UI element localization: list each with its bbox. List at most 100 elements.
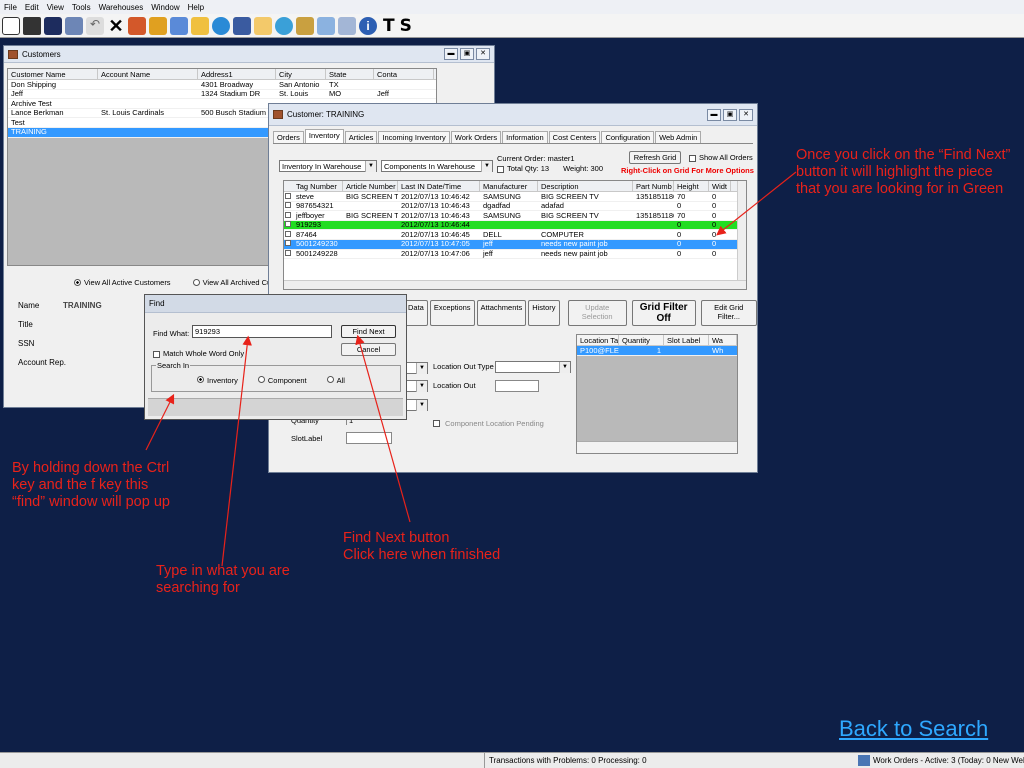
col-slot-label[interactable]: Slot Label bbox=[664, 334, 709, 346]
radio-active[interactable] bbox=[74, 278, 81, 286]
minimize-button[interactable]: ▬ bbox=[444, 48, 458, 60]
people-icon[interactable] bbox=[128, 16, 146, 35]
status-work-orders[interactable]: Work Orders - Active: 3 (Today: 0 New We… bbox=[873, 756, 1024, 765]
tab-orders[interactable]: Orders bbox=[273, 131, 304, 143]
grid-filter-button[interactable]: Grid Filter Off bbox=[631, 300, 696, 326]
col-part-number[interactable]: Part Numb bbox=[633, 180, 674, 192]
update-selection-button[interactable]: Update Selection bbox=[567, 300, 627, 326]
menu-file[interactable]: File bbox=[4, 3, 17, 12]
loc-out-type-select[interactable] bbox=[495, 361, 571, 373]
tab-articles[interactable]: Articles bbox=[344, 131, 378, 143]
col-account-name[interactable]: Account Name bbox=[98, 68, 198, 80]
col-customer-name[interactable]: Customer Name bbox=[8, 68, 98, 80]
delete-x-icon[interactable]: ✕ bbox=[107, 17, 125, 35]
row-checkbox[interactable] bbox=[284, 249, 293, 259]
match-whole-checkbox[interactable] bbox=[153, 350, 160, 358]
location-hscroll[interactable] bbox=[577, 441, 737, 453]
col-description[interactable]: Description bbox=[538, 180, 633, 192]
minimize-button[interactable]: ▬ bbox=[707, 109, 721, 121]
radio-all[interactable] bbox=[326, 376, 334, 383]
row-checkbox[interactable] bbox=[284, 239, 293, 249]
new-document-icon[interactable] bbox=[2, 16, 20, 35]
tab-information[interactable]: Information bbox=[502, 131, 548, 143]
refresh-grid-button[interactable]: Refresh Grid bbox=[629, 151, 681, 164]
network-icon[interactable] bbox=[233, 16, 251, 35]
menu-tools[interactable]: Tools bbox=[72, 3, 91, 12]
slot-label-input[interactable] bbox=[346, 432, 392, 444]
component-pending-checkbox[interactable] bbox=[433, 420, 440, 427]
col-tag-number[interactable]: Tag Number bbox=[293, 180, 343, 192]
calendar-icon[interactable] bbox=[317, 16, 335, 35]
tab-history[interactable]: History bbox=[528, 300, 560, 326]
menu-help[interactable]: Help bbox=[188, 3, 204, 12]
tab-cost-centers[interactable]: Cost Centers bbox=[548, 131, 601, 143]
maximize-button[interactable]: ▣ bbox=[723, 109, 737, 121]
find-what-input[interactable]: 919293 bbox=[192, 325, 332, 338]
tab-exceptions[interactable]: Exceptions bbox=[429, 300, 475, 326]
menu-warehouses[interactable]: Warehouses bbox=[99, 3, 144, 12]
find-next-button[interactable]: Find Next bbox=[341, 325, 396, 338]
t-button[interactable]: T bbox=[383, 16, 395, 36]
tab-attachments[interactable]: Attachments bbox=[476, 300, 527, 326]
total-qty-checkbox[interactable] bbox=[497, 165, 504, 173]
pencil-icon[interactable] bbox=[296, 16, 314, 35]
undo-icon[interactable]: ↶ bbox=[86, 16, 104, 35]
copy-icon[interactable] bbox=[44, 16, 62, 35]
component-filter-select[interactable]: Components In Warehouse bbox=[381, 160, 493, 172]
maximize-button[interactable]: ▣ bbox=[460, 48, 474, 60]
col-city[interactable]: City bbox=[276, 68, 326, 80]
loc-out-input[interactable] bbox=[495, 380, 539, 392]
col-width[interactable]: Widt bbox=[709, 180, 731, 192]
radio-inventory[interactable] bbox=[197, 376, 204, 383]
radio-component[interactable] bbox=[257, 376, 265, 383]
inventory-hscroll[interactable] bbox=[284, 280, 746, 289]
info-icon[interactable]: i bbox=[359, 16, 377, 35]
row-checkbox[interactable] bbox=[284, 211, 293, 221]
tab-incoming-inventory[interactable]: Incoming Inventory bbox=[378, 131, 450, 143]
inventory-row[interactable]: 5001249228 2012/07/13 10:47:06 jeff needs n… bbox=[284, 249, 746, 260]
loc-out-small-select[interactable] bbox=[406, 380, 428, 392]
edit-grid-filter-button[interactable]: Edit Grid Filter... bbox=[700, 300, 757, 326]
col-contact[interactable]: Conta bbox=[374, 68, 434, 80]
close-button[interactable]: ✕ bbox=[476, 48, 490, 60]
tab-data[interactable]: Data bbox=[404, 300, 428, 326]
col-manufacturer[interactable]: Manufacturer bbox=[480, 180, 538, 192]
tab-inventory[interactable]: Inventory bbox=[304, 129, 344, 143]
globe-arrow-icon[interactable] bbox=[275, 16, 293, 35]
row-checkbox[interactable] bbox=[284, 201, 293, 211]
cancel-button[interactable]: Cancel bbox=[341, 343, 396, 356]
cloud-icon[interactable] bbox=[338, 16, 356, 35]
tab-web-admin[interactable]: Web Admin bbox=[655, 131, 702, 143]
row-checkbox[interactable] bbox=[284, 220, 293, 230]
expand-icon[interactable] bbox=[284, 230, 293, 240]
cart-icon[interactable] bbox=[170, 16, 188, 35]
col-loc-quantity[interactable]: Quantity bbox=[619, 334, 664, 346]
bee-icon[interactable] bbox=[149, 16, 167, 35]
col-warehouse[interactable]: Wa bbox=[709, 334, 737, 346]
forklift-icon[interactable] bbox=[23, 16, 41, 35]
row-checkbox[interactable] bbox=[284, 192, 293, 202]
menu-view[interactable]: View bbox=[47, 3, 64, 12]
show-all-checkbox[interactable] bbox=[689, 154, 696, 162]
inventory-vscroll[interactable] bbox=[737, 181, 746, 281]
globe-icon[interactable] bbox=[212, 16, 230, 35]
close-button[interactable]: ✕ bbox=[739, 109, 753, 121]
col-height[interactable]: Height bbox=[674, 180, 709, 192]
tab-configuration[interactable]: Configuration bbox=[601, 131, 655, 143]
col-last-in[interactable]: Last IN Date/Time bbox=[398, 180, 480, 192]
folder-open-icon[interactable] bbox=[254, 16, 272, 35]
menu-window[interactable]: Window bbox=[151, 3, 179, 12]
menu-edit[interactable]: Edit bbox=[25, 3, 39, 12]
radio-archived[interactable] bbox=[192, 278, 200, 286]
inventory-filter-select[interactable]: Inventory In Warehouse bbox=[279, 160, 377, 172]
component-select[interactable] bbox=[406, 399, 428, 411]
s-button[interactable]: S bbox=[400, 16, 412, 36]
folder-icon[interactable] bbox=[191, 16, 209, 35]
save-icon[interactable] bbox=[65, 16, 83, 35]
col-article-number[interactable]: Article Number bbox=[343, 180, 398, 192]
col-state[interactable]: State bbox=[326, 68, 374, 80]
col-address1[interactable]: Address1 bbox=[198, 68, 276, 80]
tab-work-orders[interactable]: Work Orders bbox=[450, 131, 502, 143]
back-to-search-link[interactable]: Back to Search bbox=[839, 716, 988, 742]
location-select[interactable] bbox=[406, 362, 428, 374]
